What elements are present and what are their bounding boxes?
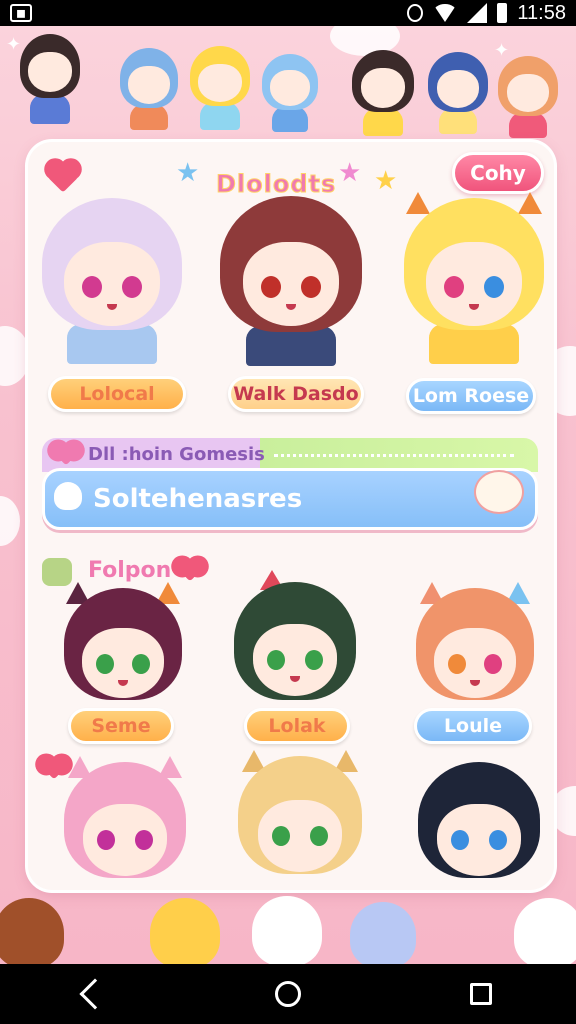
app-notification-icon: ◼ [10, 4, 32, 22]
character-walk-dasdo[interactable] [220, 196, 362, 366]
bottom-chibi-1 [0, 898, 64, 964]
home-button[interactable] [274, 981, 301, 1007]
wifi-icon [433, 4, 458, 22]
status-bar: ◼ 11:58 [0, 0, 576, 26]
character-lom-roese[interactable] [404, 192, 544, 364]
top-chibi-6 [428, 52, 488, 134]
character-lolocal[interactable] [42, 198, 182, 364]
signal-icon [467, 3, 488, 23]
star-icon: ★ [176, 158, 200, 188]
character-label-lom-roese[interactable]: Lom Roese [406, 378, 536, 414]
section-label: Folpon [88, 558, 172, 583]
character-lolak[interactable] [234, 570, 356, 700]
top-chibi-2 [120, 48, 178, 130]
sparkle-icon: ✦ [6, 34, 22, 55]
navigation-bar [0, 964, 576, 1024]
top-chibi-1 [20, 34, 80, 124]
divider [274, 454, 514, 457]
copy-button[interactable]: Cohy [452, 152, 544, 194]
character-label-lolak[interactable]: Lolak [244, 708, 350, 744]
status-time: 11:58 [517, 1, 566, 24]
bottom-sheep [514, 898, 576, 964]
bottom-chibi-3 [350, 902, 416, 964]
mascot-icon [474, 470, 524, 514]
character-pink-hair[interactable] [64, 756, 186, 878]
recent-apps-button[interactable] [469, 983, 492, 1005]
bottom-bear [252, 896, 322, 964]
character-label-lolocal[interactable]: Lolocal [48, 376, 186, 412]
heart-icon [178, 558, 202, 582]
star-icon: ★ [338, 158, 362, 188]
heart-icon [47, 161, 79, 193]
character-blonde[interactable] [238, 750, 362, 874]
search-subtitle: Dll :hoin Gomesis [88, 444, 265, 465]
heart-icon [54, 442, 78, 466]
battery-icon [497, 3, 508, 23]
search-block: Dll :hoin Gomesis Soltehenasres [42, 438, 538, 538]
app-background: ✦ ✦ ★ Dlolodts ★ ★ Cohy Lolocal Walk Das… [0, 26, 576, 964]
ghost-icon [54, 482, 82, 510]
back-button[interactable] [79, 978, 111, 1010]
cloud-decoration [0, 326, 30, 386]
star-icon: ★ [374, 166, 398, 196]
search-input[interactable]: Soltehenasres [42, 468, 538, 530]
character-label-seme[interactable]: Seme [68, 708, 174, 744]
top-chibi-4 [262, 54, 318, 132]
top-chibi-3 [190, 46, 250, 130]
top-chibi-7 [498, 56, 558, 138]
character-loule[interactable] [416, 582, 534, 700]
character-label-walk-dasdo[interactable]: Walk Dasdo [228, 376, 364, 412]
character-panel: ★ Dlolodts ★ ★ Cohy Lolocal Walk Dasdo L… [28, 142, 554, 890]
character-dark-hair[interactable] [418, 762, 540, 878]
character-label-loule[interactable]: Loule [414, 708, 532, 744]
cloud-decoration [0, 496, 20, 546]
bottom-chibi-2 [150, 898, 220, 964]
top-chibi-5 [352, 50, 414, 136]
alarm-icon [407, 4, 424, 22]
character-seme[interactable] [64, 582, 182, 700]
heart-icon [42, 756, 66, 780]
panel-title: Dlolodts [215, 170, 337, 199]
